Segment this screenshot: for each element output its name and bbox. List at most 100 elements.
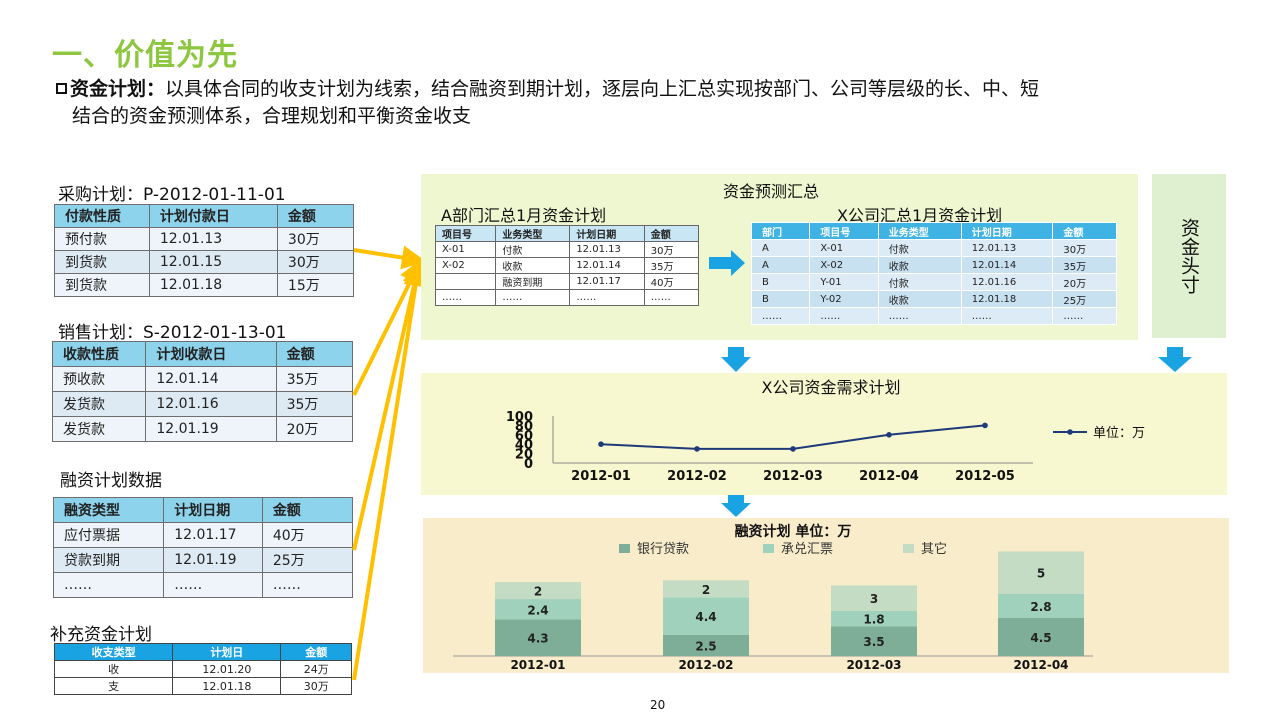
chart-title: X公司资金需求计划	[762, 378, 901, 397]
column-header: 业务类型	[495, 225, 571, 242]
table-cell: 12.01.20	[172, 660, 282, 678]
legend-label: 其它	[921, 541, 947, 557]
table-cell: Y-01	[809, 273, 879, 291]
data-label: 4.3	[527, 632, 548, 646]
column-header: 项目号	[809, 222, 879, 240]
table-cell: 支	[53, 677, 174, 695]
table-cell: 25万	[1052, 290, 1117, 308]
table-cell: A	[750, 256, 811, 274]
table-cell: 预付款	[54, 227, 150, 251]
legend-label: 银行贷款	[637, 542, 689, 557]
legend-swatch	[619, 544, 630, 553]
table-cell: 收款	[877, 256, 962, 274]
table-cell: ……	[434, 289, 497, 306]
column-header: 收支类型	[53, 643, 174, 661]
x-tick-label: 2012-02	[678, 658, 733, 672]
table-header-row: 收款性质 计划收款日 金额	[51, 341, 354, 367]
x-tick-label: 2012-04	[859, 469, 919, 484]
table-cell: 到货款	[54, 273, 150, 297]
column-header: 金额	[643, 225, 700, 242]
table-row: 发货款 12.01.16 35万	[51, 391, 354, 417]
table-cell: 12.01.16	[145, 391, 277, 417]
page-title: 一、价值为先	[52, 38, 238, 73]
column-header: 金额	[276, 204, 355, 228]
table-cell: 融资到期	[495, 273, 571, 290]
table-cell: X-01	[809, 239, 879, 257]
down-arrow-icon	[1158, 347, 1192, 372]
table-cell: 25万	[261, 547, 354, 573]
company-summary-table: 部门 项目号 业务类型 计划日期 金额 A X-01 付款 12.01.13 30万 A X-02 收款…	[750, 222, 1117, 325]
table-cell: ……	[163, 572, 263, 598]
table-row: 到货款 12.01.18 15万	[54, 273, 355, 297]
table-cell: 应付票据	[52, 522, 165, 548]
purchase-plan-label: 采购计划：P-2012-01-11-01	[58, 185, 286, 205]
table-header-row: 付款性质 计划付款日 金额	[54, 204, 355, 228]
table-cell: 30万	[643, 241, 700, 258]
table-cell: 到货款	[54, 250, 150, 274]
x-tick-label: 2012-03	[846, 658, 901, 672]
supplement-plan-label: 补充资金计划	[50, 625, 152, 645]
dept-summary-title: A部门汇总1月资金计划	[441, 206, 607, 225]
table-cell: 30万	[1052, 239, 1117, 257]
column-header: 项目号	[434, 225, 497, 242]
table-cell: ……	[750, 307, 811, 325]
data-label: 3.5	[863, 635, 884, 649]
table-cell: 12.01.13	[569, 241, 645, 258]
x-tick-label: 2012-04	[1013, 658, 1068, 672]
table-cell: 12.01.14	[569, 257, 645, 274]
table-cell: 发货款	[51, 391, 147, 417]
table-row: 预收款 12.01.14 35万	[51, 366, 354, 392]
table-cell: B	[750, 290, 811, 308]
table-cell: 12.01.15	[148, 250, 278, 274]
table-cell: 12.01.18	[148, 273, 278, 297]
table-cell: 40万	[643, 273, 700, 290]
table-cell: X-02	[434, 257, 497, 274]
table-row: A X-02 收款 12.01.14 35万	[750, 256, 1117, 274]
bullet-text-line2: 结合的资金预测体系，合理规划和平衡资金收支	[72, 105, 472, 127]
table-row: X-01 付款 12.01.13 30万	[434, 241, 700, 258]
table-row: 贷款到期 12.01.19 25万	[52, 547, 354, 573]
table-cell: 付款	[495, 241, 571, 258]
table-cell: 12.01.18	[172, 677, 282, 695]
table-header-row: 项目号 业务类型 计划日期 金额	[434, 225, 700, 242]
right-arrow-icon	[709, 250, 745, 276]
financing-plan-label: 融资计划数据	[60, 471, 162, 491]
table-cell: ……	[643, 289, 700, 306]
table-row: X-02 收款 12.01.14 35万	[434, 257, 700, 274]
table-row: 应付票据 12.01.17 40万	[52, 522, 354, 548]
data-label: 2.8	[1030, 600, 1051, 614]
table-cell: X-01	[434, 241, 497, 258]
column-header: 收款性质	[51, 341, 147, 367]
forecast-summary-panel: 资金预测汇总 A部门汇总1月资金计划 项目号 业务类型 计划日期 金额 X-01 付款 12…	[421, 174, 1138, 340]
financing-stacked-bar-chart: 融资计划 单位：万银行贷款 承兑汇票 其它 4.3 2.4 2 2012-01 2.5 4.4 2…	[453, 523, 1093, 672]
data-label: 5	[1037, 567, 1045, 581]
sales-plan-table: 收款性质 计划收款日 金额 预收款 12.01.14 35万 发货款 12.01.16 35万发…	[51, 341, 354, 442]
financing-plan-table: 融资类型 计划日期 金额 应付票据 12.01.17 40万 贷款到期 12.01.19 25万…	[52, 497, 354, 598]
checkbox-bullet-icon	[56, 83, 67, 94]
table-cell: 收	[53, 660, 174, 678]
table-cell: 收款	[877, 290, 962, 308]
column-header: 计划日期	[163, 497, 263, 523]
table-cell: 12.01.18	[960, 290, 1054, 308]
demand-plan-panel: X公司资金需求计划 0 20 40 60 80 100 2012-01 2012-02 2012-…	[421, 373, 1227, 495]
table-cell: 12.01.16	[960, 273, 1054, 291]
data-label: 4.4	[695, 610, 716, 624]
data-label: 3	[870, 592, 878, 606]
table-cell: X-02	[809, 256, 879, 274]
table-cell: 12.01.19	[145, 416, 277, 442]
table-cell: ……	[809, 307, 879, 325]
table-cell: ……	[960, 307, 1054, 325]
cash-position-label: 资金头寸	[1178, 218, 1200, 299]
column-header: 计划日期	[569, 225, 645, 242]
down-arrow-icon	[721, 347, 751, 372]
column-header: 金额	[1052, 222, 1117, 240]
table-cell: 预收款	[51, 366, 147, 392]
bullet-paragraph: 资金计划：以具体合同的收支计划为线索，结合融资到期计划，逐层向上汇总实现按部门、…	[56, 76, 1196, 130]
table-row: ………………	[52, 572, 354, 598]
data-point	[598, 441, 604, 447]
table-cell: B	[750, 273, 811, 291]
legend-swatch	[763, 544, 774, 553]
table-cell: 付款	[877, 273, 962, 291]
bullet-lead: 资金计划：	[70, 78, 166, 100]
down-arrow-icon	[721, 494, 751, 517]
